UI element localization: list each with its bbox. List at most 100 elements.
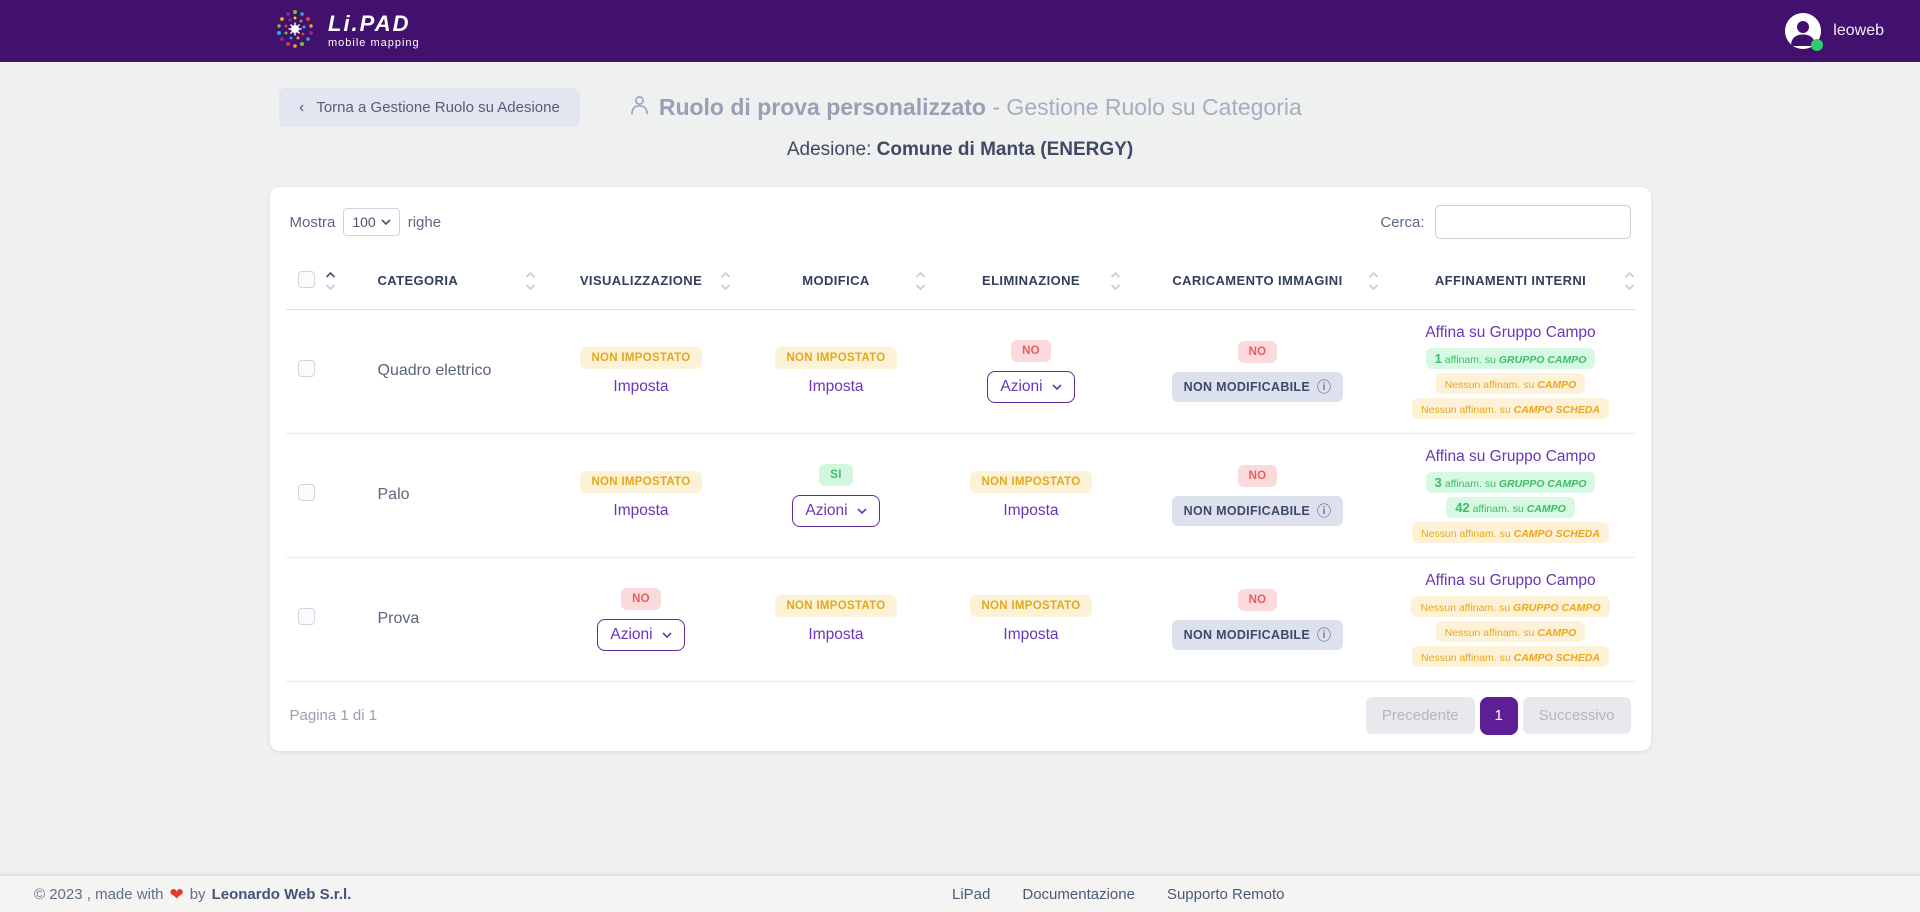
column-header-affinamenti-interni: AFFINAMENTI INTERNI <box>1435 273 1586 288</box>
search-label: Cerca: <box>1380 214 1424 231</box>
table-row: Palo NON IMPOSTATO Imposta SI Azioni NON… <box>286 433 1635 557</box>
logo-subtitle: mobile mapping <box>328 37 420 49</box>
status-badge: NO <box>621 588 661 610</box>
adesione-label: Adesione: <box>787 139 877 160</box>
row-checkbox[interactable] <box>298 484 315 501</box>
imposta-link[interactable]: Imposta <box>613 378 668 396</box>
affinamento-badge: 1 affinam. su GRUPPO CAMPO <box>1426 348 1596 369</box>
imposta-link[interactable]: Imposta <box>808 378 863 396</box>
status-badge: NO <box>1011 340 1051 362</box>
online-status-dot <box>1811 39 1823 51</box>
back-button-label: Torna a Gestione Ruolo su Adesione <box>316 99 560 116</box>
azioni-label: Azioni <box>805 502 847 520</box>
affinamento-badge: Nessun affinam. su CAMPO <box>1436 621 1586 642</box>
category-name: Prova <box>378 610 420 627</box>
back-button[interactable]: ‹ Torna a Gestione Ruolo su Adesione <box>279 88 580 127</box>
person-icon <box>630 94 649 121</box>
copyright-by: by <box>190 886 206 903</box>
info-icon[interactable]: ⓘ <box>1317 380 1331 394</box>
lipad-logo-icon <box>272 6 318 57</box>
footer-link-documentazione[interactable]: Documentazione <box>1022 886 1135 903</box>
page-size-select[interactable]: 100 <box>343 208 399 236</box>
adesione-line: Adesione: Comune di Manta (ENERGY) <box>0 139 1920 161</box>
info-icon[interactable]: ⓘ <box>1317 504 1331 518</box>
top-navbar: Li.PAD mobile mapping leoweb <box>0 0 1920 62</box>
affinamento-badge: Nessun affinam. su CAMPO <box>1436 373 1586 394</box>
row-checkbox[interactable] <box>298 360 315 377</box>
affinamento-badge: Nessun affinam. su CAMPO SCHEDA <box>1412 398 1609 419</box>
sort-icon[interactable] <box>325 270 336 292</box>
chevron-down-icon <box>857 508 867 514</box>
table-header-row: CATEGORIA VISUALIZZAZIONE MODIFICA ELIMI… <box>286 253 1635 309</box>
affinamento-badge: Nessun affinam. su CAMPO SCHEDA <box>1412 646 1609 667</box>
table-row: Prova NO Azioni NON IMPOSTATO Imposta NO… <box>286 557 1635 681</box>
column-header-eliminazione: ELIMINAZIONE <box>982 273 1080 288</box>
select-all-checkbox[interactable] <box>298 271 315 288</box>
sort-icon[interactable] <box>1624 270 1635 292</box>
company-name: Leonardo Web S.r.l. <box>212 886 352 903</box>
next-page-button[interactable]: Successivo <box>1523 697 1631 734</box>
imposta-link[interactable]: Imposta <box>613 502 668 520</box>
copyright: © 2023 , made with ❤ by Leonardo Web S.r… <box>34 886 351 903</box>
row-checkbox[interactable] <box>298 608 315 625</box>
back-chevron-icon: ‹ <box>299 100 304 116</box>
user-menu[interactable]: leoweb <box>1785 13 1884 49</box>
status-badge: NO <box>1238 465 1278 487</box>
affina-link[interactable]: Affina su Gruppo Campo <box>1425 572 1595 590</box>
sort-icon[interactable] <box>915 270 926 292</box>
imposta-link[interactable]: Imposta <box>1003 626 1058 644</box>
affinamento-badge: 42 affinam. su CAMPO <box>1446 497 1575 518</box>
pagination-info: Pagina 1 di 1 <box>290 707 378 724</box>
previous-page-button[interactable]: Precedente <box>1366 697 1475 734</box>
affinamento-badge: 3 affinam. su GRUPPO CAMPO <box>1426 472 1596 493</box>
column-header-categoria: CATEGORIA <box>378 273 459 288</box>
column-header-visualizzazione: VISUALIZZAZIONE <box>580 273 702 288</box>
chevron-down-icon <box>662 632 672 638</box>
imposta-link[interactable]: Imposta <box>1003 502 1058 520</box>
sort-icon[interactable] <box>525 270 536 292</box>
azioni-dropdown[interactable]: Azioni <box>597 619 684 651</box>
affinamento-badge: Nessun affinam. su CAMPO SCHEDA <box>1412 522 1609 543</box>
footer-link-lipad[interactable]: LiPad <box>952 886 990 903</box>
lipad-logo[interactable]: Li.PAD mobile mapping <box>272 6 420 57</box>
column-header-caricamento-immagini: CARICAMENTO IMMAGINI <box>1172 273 1342 288</box>
affinamento-badge: Nessun affinam. su GRUPPO CAMPO <box>1411 596 1609 617</box>
azioni-label: Azioni <box>1000 378 1042 396</box>
azioni-dropdown[interactable]: Azioni <box>987 371 1074 403</box>
affina-link[interactable]: Affina su Gruppo Campo <box>1425 324 1595 342</box>
page-title-bold: Ruolo di prova personalizzato <box>659 94 986 120</box>
non-modificabile-badge: NON MODIFICABILE ⓘ <box>1172 496 1344 526</box>
sort-icon[interactable] <box>1368 270 1379 292</box>
adesione-value: Comune di Manta (ENERGY) <box>877 139 1134 160</box>
imposta-link[interactable]: Imposta <box>808 626 863 644</box>
user-avatar <box>1785 13 1821 49</box>
category-name: Palo <box>378 486 410 503</box>
status-badge: NO <box>1238 589 1278 611</box>
rows-label: righe <box>408 214 441 231</box>
page-size-value: 100 <box>352 214 375 230</box>
chevron-down-icon <box>1052 384 1062 390</box>
status-badge: NON IMPOSTATO <box>775 595 896 617</box>
footer-link-supporto-remoto[interactable]: Supporto Remoto <box>1167 886 1285 903</box>
azioni-dropdown[interactable]: Azioni <box>792 495 879 527</box>
affina-link[interactable]: Affina su Gruppo Campo <box>1425 448 1595 466</box>
sort-icon[interactable] <box>1110 270 1121 292</box>
info-icon[interactable]: ⓘ <box>1317 628 1331 642</box>
status-badge: NON IMPOSTATO <box>970 595 1091 617</box>
status-badge: NON IMPOSTATO <box>775 347 896 369</box>
status-badge: NON IMPOSTATO <box>580 347 701 369</box>
search-input[interactable] <box>1435 205 1631 239</box>
page-title-rest: - Gestione Ruolo su Categoria <box>986 94 1302 120</box>
category-name: Quadro elettrico <box>378 362 492 379</box>
status-badge: NON IMPOSTATO <box>580 471 701 493</box>
non-modificabile-badge: NON MODIFICABILE ⓘ <box>1172 372 1344 402</box>
non-modificabile-badge: NON MODIFICABILE ⓘ <box>1172 620 1344 650</box>
chevron-down-icon <box>381 219 391 225</box>
non-modificabile-label: NON MODIFICABILE <box>1184 380 1310 394</box>
status-badge: NO <box>1238 341 1278 363</box>
page-title: Ruolo di prova personalizzato - Gestione… <box>630 94 1302 121</box>
current-page-button[interactable]: 1 <box>1480 697 1518 735</box>
heart-icon: ❤ <box>169 886 183 903</box>
sort-icon[interactable] <box>720 270 731 292</box>
roles-table-card: Mostra 100 righe Cerca: <box>270 187 1651 751</box>
